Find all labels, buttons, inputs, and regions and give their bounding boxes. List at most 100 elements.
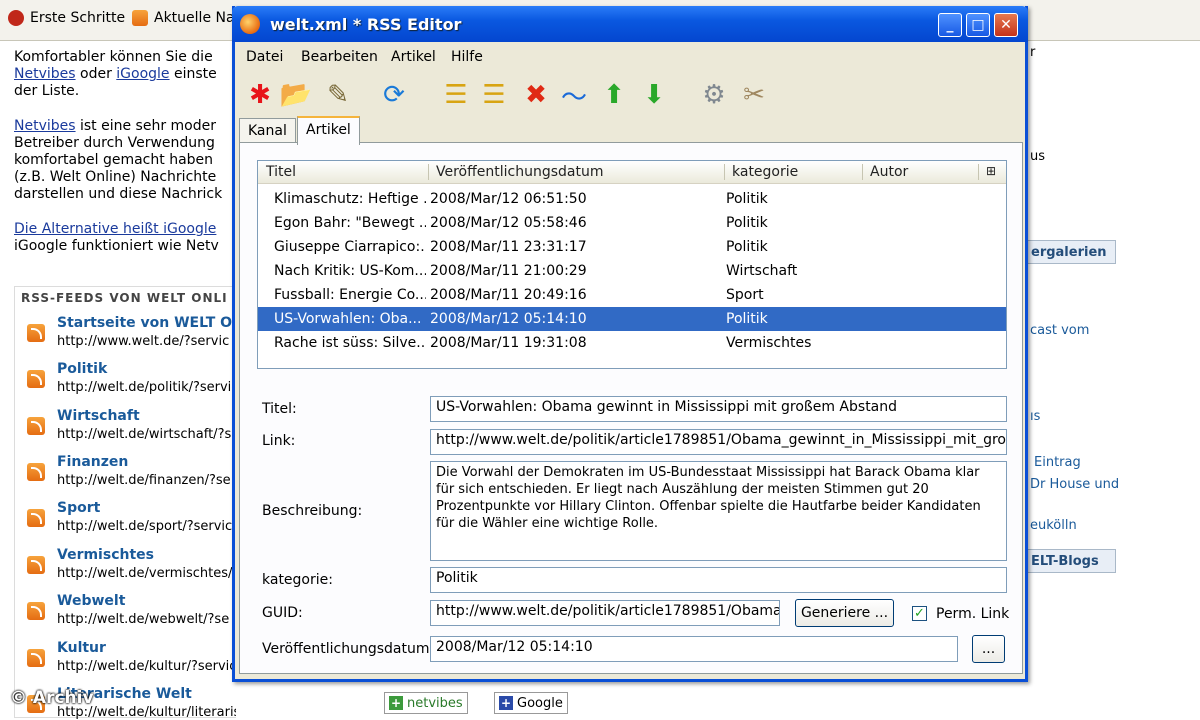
table-cell: Nach Kritik: US-Kom... (274, 263, 426, 279)
column-header-kategorie[interactable]: kategorie (732, 164, 798, 180)
menu-datei[interactable]: Datei (246, 49, 283, 65)
badge-label: netvibes (407, 695, 463, 711)
delete-icon[interactable]: ✖ (521, 80, 551, 110)
edit-pencil-icon[interactable]: ✎ (323, 80, 353, 110)
bookmark-aktuelle-nachrichten[interactable]: Aktuelle Na (132, 10, 235, 26)
menu-hilfe[interactable]: Hilfe (451, 49, 483, 65)
table-cell: 2008/Mar/11 23:31:17 (430, 239, 587, 255)
perm-link-label[interactable]: Perm. Link (936, 606, 1009, 622)
datum-field[interactable]: 2008/Mar/12 05:14:10 (430, 636, 958, 662)
tools-icon[interactable]: ✂ (739, 80, 769, 110)
sidebar-link[interactable]: Dr House und (1030, 477, 1119, 492)
paragraph-text: iGoogle funktioniert wie Netv (14, 238, 219, 254)
alternative-igoogle-link[interactable]: Die Alternative heißt iGoogle (14, 221, 216, 237)
perm-link-checkbox[interactable]: ✓ (912, 606, 927, 621)
feed-name[interactable]: Wirtschaft (57, 408, 140, 424)
column-header-autor[interactable]: Autor (870, 164, 908, 180)
table-cell: 2008/Mar/12 05:58:46 (430, 215, 587, 231)
welt-blogs-button[interactable]: ELT-Blogs (1026, 549, 1116, 573)
feed-name[interactable]: Politik (57, 361, 107, 377)
feed-name[interactable]: Sport (57, 500, 100, 516)
google-badge[interactable]: + Google (494, 692, 568, 714)
beschreibung-field[interactable]: Die Vorwahl der Demokraten im US-Bundess… (430, 461, 1007, 561)
feed-name[interactable]: Finanzen (57, 454, 128, 470)
new-icon[interactable]: ✱ (245, 80, 275, 110)
sidebar-link[interactable]: Eintrag (1034, 455, 1081, 470)
table-row[interactable]: Nach Kritik: US-Kom... 2008/Mar/11 21:00:… (258, 259, 1006, 283)
close-button[interactable]: ✕ (994, 13, 1018, 37)
settings-gear-icon[interactable]: ⚙ (699, 80, 729, 110)
insert-after-icon[interactable]: ☰ (479, 80, 509, 110)
alternative-link-line[interactable]: Die Alternative heißt iGoogle (14, 221, 216, 238)
kategorie-field[interactable]: Politik (430, 567, 1007, 593)
feed-name[interactable]: Webwelt (57, 593, 125, 609)
rss-icon[interactable] (27, 463, 45, 481)
table-row[interactable]: Fussball: Energie Co... 2008/Mar/11 20:49… (258, 283, 1006, 307)
firefox-icon (8, 10, 24, 26)
table-cell: Rache ist süss: Silve... (274, 335, 426, 351)
move-up-icon[interactable]: ⬆ (599, 80, 629, 110)
netvibes-link[interactable]: Netvibes (14, 118, 76, 134)
column-divider[interactable] (862, 164, 863, 180)
column-divider[interactable] (428, 164, 429, 180)
menu-artikel[interactable]: Artikel (391, 49, 436, 65)
table-row[interactable]: Klimaschutz: Heftige ... 2008/Mar/12 06:5… (258, 187, 1006, 211)
move-icon[interactable]: 〜 (559, 80, 589, 113)
sidebar-link[interactable]: cast vom (1030, 323, 1089, 338)
column-divider[interactable] (724, 164, 725, 180)
guid-field[interactable]: http://www.welt.de/politik/article178985… (430, 600, 780, 626)
table-cell: Egon Bahr: "Bewegt ... (274, 215, 426, 231)
rss-icon[interactable] (27, 417, 45, 435)
copyright-watermark: © Archiv (10, 688, 94, 708)
window-titlebar[interactable]: welt.xml * RSS Editor _ □ ✕ (232, 6, 1028, 42)
feed-url: http://welt.de/sport/?servic (57, 519, 233, 534)
rss-icon[interactable] (27, 602, 45, 620)
refresh-icon[interactable]: ⟳ (379, 80, 409, 110)
sidebar-text: r (1030, 45, 1036, 60)
rss-icon[interactable] (27, 556, 45, 574)
netvibes-link[interactable]: Netvibes (14, 66, 76, 82)
maximize-button[interactable]: □ (966, 13, 990, 37)
date-picker-button[interactable]: ... (972, 635, 1005, 663)
tab-artikel[interactable]: Artikel (297, 116, 360, 145)
feed-name[interactable]: Startseite von WELT ONL (57, 315, 236, 331)
table-row[interactable]: Rache ist süss: Silve... 2008/Mar/11 19:3… (258, 331, 1006, 355)
bookmark-erste-schritte[interactable]: Erste Schritte (8, 10, 125, 26)
rss-icon[interactable] (27, 509, 45, 527)
column-header-titel[interactable]: Titel (266, 164, 296, 180)
rss-icon[interactable] (27, 324, 45, 342)
sidebar-link[interactable]: eukölln (1030, 518, 1077, 533)
insert-before-icon[interactable]: ☰ (441, 80, 471, 110)
table-cell: 2008/Mar/12 05:14:10 (430, 311, 587, 327)
menu-bearbeiten[interactable]: Bearbeiten (301, 49, 378, 65)
column-header-datum[interactable]: Veröffentlichungsdatum (436, 164, 603, 180)
move-down-icon[interactable]: ⬇ (639, 80, 669, 110)
rss-icon[interactable] (27, 649, 45, 667)
feed-name[interactable]: Kultur (57, 640, 106, 656)
igoogle-link[interactable]: iGoogle (116, 66, 169, 82)
sidebar-link[interactable]: ıs (1030, 409, 1040, 424)
bildergalerien-button[interactable]: ergalerien (1026, 240, 1116, 264)
plus-icon: + (389, 696, 403, 710)
table-row[interactable]: Egon Bahr: "Bewegt ... 2008/Mar/12 05:58:… (258, 211, 1006, 235)
minimize-button[interactable]: _ (938, 13, 962, 37)
tab-kanal[interactable]: Kanal (239, 118, 296, 143)
guid-label: GUID: (262, 605, 303, 621)
table-row[interactable]: US-Vorwahlen: Oba... 2008/Mar/12 05:14:10… (258, 307, 1006, 331)
titel-field[interactable]: US-Vorwahlen: Obama gewinnt in Mississip… (430, 396, 1007, 422)
paragraph-text: Komfortabler können Sie die (14, 49, 213, 65)
generiere-button[interactable]: Generiere ... (795, 599, 894, 627)
column-picker-icon[interactable]: ⊞ (986, 164, 996, 178)
feed-url: http://welt.de/kultur/?servic (57, 659, 236, 674)
netvibes-badge[interactable]: + netvibes (384, 692, 468, 714)
rss-icon[interactable] (27, 370, 45, 388)
menu-bar: Datei Bearbeiten Artikel Hilfe (235, 44, 1025, 70)
open-folder-icon[interactable]: 📂 (280, 80, 312, 110)
feed-name[interactable]: Vermischtes (57, 547, 154, 563)
table-cell: 2008/Mar/11 21:00:29 (430, 263, 587, 279)
kategorie-label: kategorie: (262, 572, 333, 588)
link-field[interactable]: http://www.welt.de/politik/article178985… (430, 429, 1007, 455)
table-row[interactable]: Giuseppe Ciarrapico:... 2008/Mar/11 23:31… (258, 235, 1006, 259)
paragraph-text: darstellen und diese Nachrick (14, 186, 223, 202)
column-divider[interactable] (978, 164, 979, 180)
